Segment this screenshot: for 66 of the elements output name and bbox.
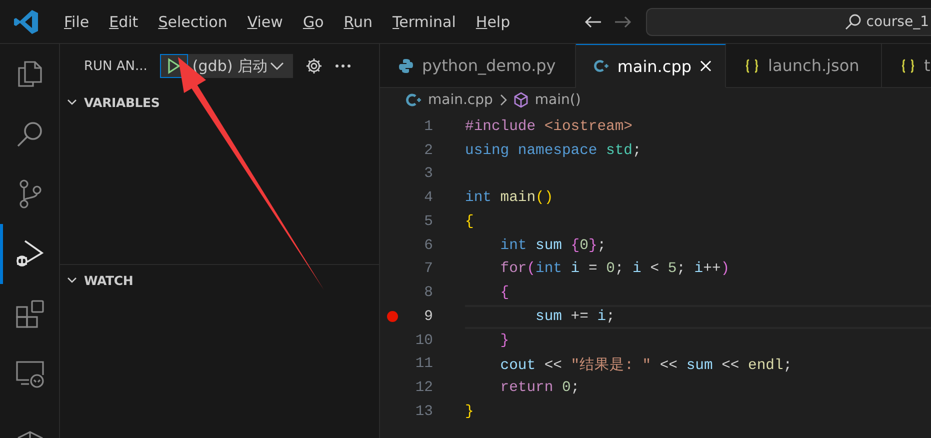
code-line: } xyxy=(465,404,474,420)
settings-icon[interactable] xyxy=(305,57,324,75)
line-number: 9 xyxy=(423,308,433,325)
cpp-file-icon xyxy=(406,92,422,108)
files-icon[interactable] xyxy=(16,60,42,88)
line-number: 1 xyxy=(423,118,433,135)
line-number: 12 xyxy=(414,380,433,396)
code-line: int main() xyxy=(465,190,554,206)
menu-item[interactable]: File xyxy=(54,12,100,30)
menu-item[interactable]: Run xyxy=(334,12,383,30)
breadcrumb-item[interactable]: main.cpp xyxy=(406,92,493,108)
code-line: using namespace std; xyxy=(465,142,642,159)
back-arrow-icon[interactable] xyxy=(584,14,602,28)
cpp-file-icon xyxy=(594,58,610,74)
section-header[interactable]: VARIABLES xyxy=(84,94,160,110)
menu-item[interactable]: Terminal xyxy=(382,12,466,30)
code-line: cout << "结果是: " << sum << endl; xyxy=(499,356,792,374)
menu-item[interactable]: Edit xyxy=(99,12,148,30)
menu-item[interactable]: Go xyxy=(292,12,334,30)
line-number: 2 xyxy=(423,142,433,159)
close-icon[interactable] xyxy=(700,60,711,72)
remote-explorer-icon[interactable] xyxy=(14,360,44,388)
line-number: 7 xyxy=(423,261,433,278)
code-line: { xyxy=(499,285,510,302)
chevron-icon xyxy=(269,60,286,72)
json-file-icon xyxy=(744,58,760,74)
code-line: } xyxy=(499,332,510,349)
panel-title: RUN AN... xyxy=(84,58,148,74)
play-icon xyxy=(167,58,182,74)
line-number: 5 xyxy=(423,214,433,230)
line-number: 8 xyxy=(423,285,433,302)
code-line: return 0; xyxy=(499,380,580,396)
code-line: #include <iostream> xyxy=(465,118,632,135)
line-number: 11 xyxy=(414,356,433,372)
editor-tab[interactable]: main.cpp xyxy=(576,44,726,88)
configuration-dropdown[interactable]: (gdb) 启动 xyxy=(188,54,294,78)
editor-tab[interactable]: t xyxy=(882,44,931,88)
app-logo xyxy=(13,8,39,34)
breakpoint-dot[interactable] xyxy=(386,311,398,322)
section-header[interactable]: WATCH xyxy=(84,272,134,288)
search-text: course_1 xyxy=(866,14,929,30)
editor-tab[interactable]: launch.json xyxy=(726,44,882,88)
line-number: 13 xyxy=(414,404,433,420)
line-number: 10 xyxy=(414,332,433,349)
menu-item[interactable]: Selection xyxy=(148,12,238,30)
branch-icon[interactable] xyxy=(16,179,42,209)
code-line: sum += i; xyxy=(534,308,615,325)
forward-arrow-icon[interactable] xyxy=(614,14,632,28)
breadcrumb-item[interactable]: main() xyxy=(512,92,581,108)
search-icon[interactable] xyxy=(16,120,44,148)
code-line: { xyxy=(465,214,474,230)
menu-item[interactable]: Help xyxy=(466,12,520,30)
command-center-search[interactable]: course_1 xyxy=(646,8,931,36)
menu-item[interactable]: View xyxy=(237,12,293,30)
code-line: for(int i = 0; i < 5; i++) xyxy=(499,261,730,278)
json-file-icon xyxy=(900,58,916,74)
extensions-icon[interactable] xyxy=(14,299,44,329)
cube-symbol-icon xyxy=(512,92,529,108)
search-icon xyxy=(844,12,862,30)
line-number: 6 xyxy=(423,238,433,254)
line-number: 3 xyxy=(423,166,433,182)
line-number: 4 xyxy=(423,190,433,206)
chevron-right-icon xyxy=(498,94,507,106)
python-file-icon xyxy=(398,58,414,74)
code-line: int sum {0}; xyxy=(499,238,606,254)
more-actions-icon[interactable] xyxy=(335,64,352,68)
